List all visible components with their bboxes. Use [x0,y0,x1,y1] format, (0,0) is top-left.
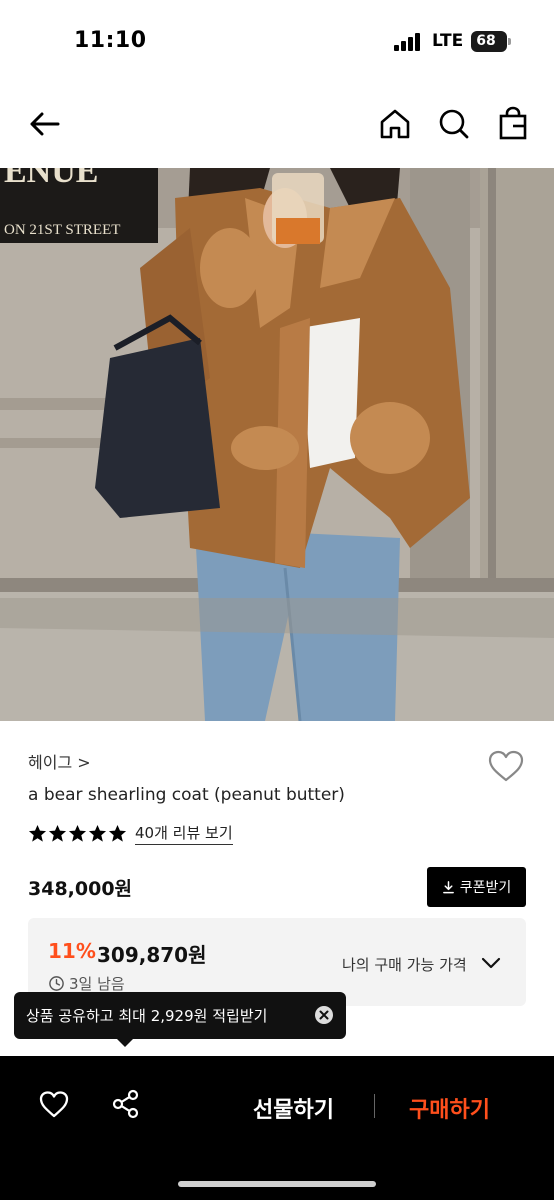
brand-link[interactable]: 헤이그 > [28,749,91,773]
close-icon[interactable] [314,1005,334,1025]
wishlist-heart-icon[interactable] [486,746,526,786]
home-icon[interactable] [375,104,415,144]
like-heart-icon[interactable] [38,1088,70,1120]
share-reward-text: 상품 공유하고 최대 2,929원 적립받기 [26,1007,268,1025]
clock-icon [49,976,64,991]
bottom-purchase-bar: 선물하기 구매하기 [0,1056,554,1200]
share-icon[interactable] [110,1088,142,1120]
product-photo-illustration: ENUE ON 21ST STREET [0,168,554,721]
my-price-label: 나의 구매 가능 가격 [342,956,467,974]
button-divider [374,1094,375,1118]
review-link[interactable]: 40개 리뷰 보기 [135,822,233,845]
status-time: 11:10 [74,28,147,53]
original-price: 348,000원 [28,878,133,900]
buy-button[interactable]: 구매하기 [409,1092,490,1124]
coupon-button-label: 쿠폰받기 [459,880,512,896]
time-remaining: 3일 남음 [48,973,125,994]
star-icon [108,824,127,842]
star-icon [88,824,107,842]
rating-row: 40개 리뷰 보기 [28,822,233,845]
star-icon [28,824,47,842]
home-indicator [178,1181,376,1187]
sale-price: 309,870원 [97,943,207,967]
network-type: LTE [432,31,464,51]
chevron-down-icon [481,957,501,969]
battery-level: 68 [476,33,496,49]
download-icon [442,880,454,893]
time-remaining-text: 3일 남음 [69,975,125,993]
signal-strength-icon [394,33,420,51]
sign-text-line1: ENUE [4,168,98,190]
coupon-button[interactable]: 쿠폰받기 [427,867,526,907]
discount-rate: 11% [48,939,96,963]
search-icon[interactable] [434,104,474,144]
rating-stars [28,824,127,843]
product-name: a bear shearling coat (peanut butter) [28,785,345,805]
top-nav-bar [0,90,554,162]
product-image[interactable]: ENUE ON 21ST STREET [0,168,554,721]
shopping-bag-icon[interactable] [493,104,533,144]
star-icon [68,824,87,842]
status-bar: 11:10 LTE 68 [0,0,554,84]
gift-button[interactable]: 선물하기 [253,1092,334,1124]
arrow-left-icon[interactable] [25,104,65,144]
star-icon [48,824,67,842]
battery-icon: 68 [471,31,511,52]
sign-text-line2: ON 21ST STREET [4,222,120,238]
share-reward-tooltip: 상품 공유하고 최대 2,929원 적립받기 [14,992,346,1047]
